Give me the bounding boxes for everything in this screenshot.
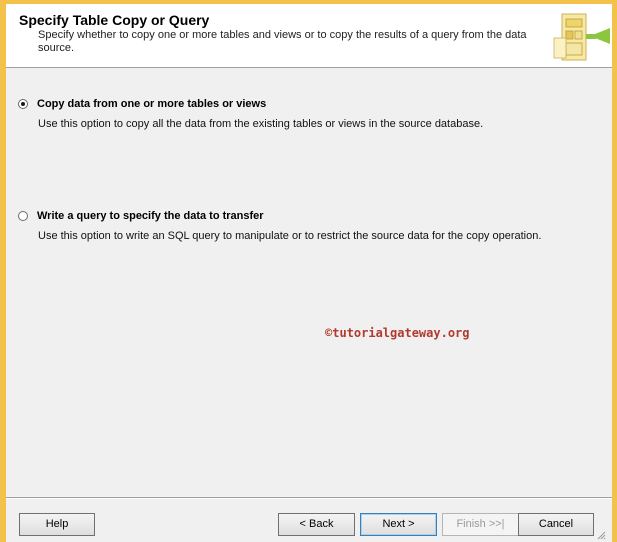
wizard-header: Specify Table Copy or Query Specify whet… [6,4,612,68]
wizard-body: Copy data from one or more tables or vie… [6,68,612,496]
wizard-footer: Help < Back Next > Finish >>| Cancel [6,499,612,542]
finish-button[interactable]: Finish >>| [442,513,519,536]
radio-write-query[interactable] [18,211,28,221]
cancel-button[interactable]: Cancel [518,513,594,536]
page-description: Specify whether to copy one or more tabl… [38,29,527,54]
window-border-right [612,0,617,542]
page-title: Specify Table Copy or Query [19,12,210,28]
option-copy-tables-label[interactable]: Copy data from one or more tables or vie… [37,98,266,110]
watermark: ©tutorialgateway.org [325,326,470,340]
option-write-query-description: Use this option to write an SQL query to… [38,230,542,242]
resize-grip-icon[interactable] [596,530,606,540]
radio-copy-tables[interactable] [18,99,28,109]
back-button[interactable]: < Back [278,513,355,536]
help-button[interactable]: Help [19,513,95,536]
option-write-query-label[interactable]: Write a query to specify the data to tra… [37,210,264,222]
option-copy-tables-description: Use this option to copy all the data fro… [38,118,484,130]
wizard-table-icon [553,13,610,61]
next-button[interactable]: Next > [360,513,437,536]
